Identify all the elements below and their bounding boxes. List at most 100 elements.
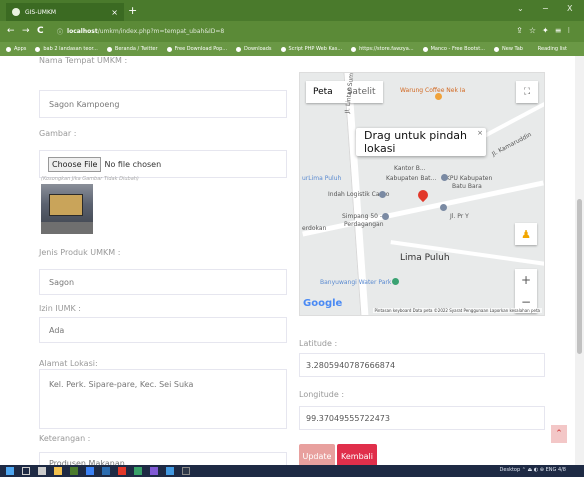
keterangan-textarea[interactable]: Produsen Makanan <box>39 452 287 465</box>
restore-icon[interactable]: − <box>542 4 549 13</box>
map-label: KPU Kabupaten <box>446 175 493 182</box>
bookmark-icon <box>280 46 286 52</box>
bookmark-item[interactable]: Downloads <box>236 46 272 52</box>
start-icon[interactable] <box>6 467 14 475</box>
pegman-icon[interactable]: ♟ <box>515 223 537 245</box>
reading-list-button[interactable]: Reading list <box>538 46 567 52</box>
map-label: Kabupaten Bat... <box>386 175 437 182</box>
map-label: Jl. Kamaruddin <box>490 131 533 158</box>
bookmark-icon <box>166 46 172 52</box>
map-label: urLima Puluh <box>302 175 342 182</box>
file-status: No file chosen <box>104 159 162 169</box>
reload-icon[interactable]: C <box>37 26 44 36</box>
file-hint: (Kosongkan Jika Gambar Tidak Diubah) <box>41 176 139 182</box>
map-label: Jl. Pr Y <box>450 213 469 220</box>
forward-icon[interactable]: → <box>22 26 30 36</box>
location-marker-icon[interactable] <box>415 187 431 203</box>
info-icon: ⓘ <box>57 29 64 36</box>
extension-icons[interactable]: ⇪☆✦≡⁝ <box>516 26 576 35</box>
word-icon[interactable] <box>102 467 110 475</box>
app-icon[interactable] <box>166 467 174 475</box>
umkm-photo-thumbnail <box>41 184 93 234</box>
choose-file-button[interactable]: Choose File <box>48 156 102 172</box>
file-input[interactable]: Choose File No file chosen <box>39 150 287 178</box>
location-map[interactable]: Peta Satelit ⛶ Warung Coffee Nek Ia Jl. … <box>299 72 545 316</box>
system-tray[interactable]: Desktop ⌃ ⏏ ◐ ⊕ ENG 4/8 <box>500 467 566 473</box>
bookmark-icon <box>351 46 357 52</box>
back-icon[interactable]: ← <box>7 26 15 36</box>
map-type-control: Peta Satelit <box>306 81 383 103</box>
url-field[interactable]: ⓘ localhost /umkm/index.php?m=tempat_uba… <box>57 25 497 38</box>
app-icon[interactable] <box>118 467 126 475</box>
bookmark-item[interactable]: https://store.fawzya... <box>351 46 414 52</box>
google-logo: Google <box>303 298 343 309</box>
map-type-peta[interactable]: Peta <box>306 81 340 103</box>
twitter-icon <box>106 46 112 52</box>
minimize-icon[interactable]: ⌄ <box>517 4 524 13</box>
app-icon[interactable] <box>150 467 158 475</box>
bookmark-icon <box>35 46 41 52</box>
update-button[interactable]: Update <box>299 444 335 465</box>
file-explorer-icon[interactable] <box>54 467 62 475</box>
scroll-to-top-button[interactable]: ⌃ <box>551 425 567 443</box>
search-icon[interactable] <box>22 467 30 475</box>
bookmark-item[interactable]: Beranda / Twitter <box>106 46 158 52</box>
storefront-image <box>49 194 83 216</box>
bookmark-icon <box>494 46 499 52</box>
road-image <box>41 222 93 234</box>
jenis-label: Jenis Produk UMKM : <box>39 248 121 257</box>
map-footer[interactable]: Pintasan keyboard Data peta ©2022 Syarat… <box>372 308 542 313</box>
poi-icon <box>382 213 389 220</box>
tab-favicon-icon <box>12 8 20 16</box>
cargo-poi-icon <box>379 191 386 198</box>
edge-icon[interactable] <box>86 467 94 475</box>
tooltip-text: Drag untuk pindah lokasi <box>364 129 468 155</box>
download-icon <box>236 46 242 52</box>
apps-icon <box>6 46 11 52</box>
task-view-icon[interactable] <box>38 467 46 475</box>
zoom-control: + − <box>515 269 537 313</box>
government-poi-icon <box>441 174 448 181</box>
map-label: Lima Puluh <box>400 253 450 263</box>
park-poi-icon <box>392 278 399 285</box>
page-content: Nama Tempat UMKM : Sagon Kampoeng Gambar… <box>0 56 575 465</box>
browser-tab[interactable]: GIS-UMKM × <box>6 3 124 21</box>
bookmark-item[interactable]: Free Download Pop... <box>166 46 227 52</box>
map-label: Banyuwangi Water Park <box>320 279 392 286</box>
izin-input[interactable]: Ada <box>39 317 287 343</box>
latitude-label: Latitude : <box>299 339 338 348</box>
map-label: Kantor B... <box>394 165 426 172</box>
drag-tooltip: Drag untuk pindah lokasi × <box>356 128 486 156</box>
alamat-label: Alamat Lokasi: <box>39 359 98 368</box>
keterangan-label: Keterangan : <box>39 434 91 443</box>
close-window-icon[interactable]: X <box>567 4 572 13</box>
new-tab-button[interactable]: + <box>128 4 137 17</box>
browser-title-bar: GIS-UMKM × + ⌄ − X <box>0 0 584 21</box>
bookmark-item[interactable]: Manco - Free Bootst... <box>422 46 485 52</box>
bookmark-item[interactable]: New Tab <box>494 46 523 52</box>
bookmark-item[interactable]: Apps <box>6 46 26 52</box>
kembali-button[interactable]: Kembali <box>337 444 377 465</box>
longitude-input[interactable]: 99.37049555722473 <box>299 406 545 430</box>
page-scrollbar[interactable] <box>575 56 584 465</box>
nama-input[interactable]: Sagon Kampoeng <box>39 90 287 118</box>
map-label: erdokan <box>302 225 327 232</box>
chrome-icon[interactable] <box>70 467 78 475</box>
longitude-label: Longitude : <box>299 390 345 399</box>
tab-title: GIS-UMKM <box>25 8 57 16</box>
tooltip-close-icon[interactable]: × <box>477 129 483 137</box>
map-label: Simpang 50 - <box>342 213 383 220</box>
izin-label: Izin IUMK : <box>39 304 81 313</box>
app-icon[interactable] <box>182 467 190 475</box>
scrollbar-thumb[interactable] <box>577 199 582 354</box>
fullscreen-icon[interactable]: ⛶ <box>516 81 538 103</box>
app-icon[interactable] <box>134 467 142 475</box>
bookmark-item[interactable]: bab 2 landasan teor... <box>35 46 98 52</box>
alamat-textarea[interactable]: Kel. Perk. Sipare-pare, Kec. Sei Suka <box>39 369 287 429</box>
url-path: /umkm/index.php?m=tempat_ubah&ID=8 <box>97 28 225 35</box>
latitude-input[interactable]: 3.2805940787666874 <box>299 353 545 377</box>
zoom-in-button[interactable]: + <box>515 269 537 291</box>
tab-close-icon[interactable]: × <box>111 8 118 17</box>
bookmark-item[interactable]: Script PHP Web Kas... <box>280 46 342 52</box>
jenis-input[interactable]: Sagon <box>39 269 287 295</box>
